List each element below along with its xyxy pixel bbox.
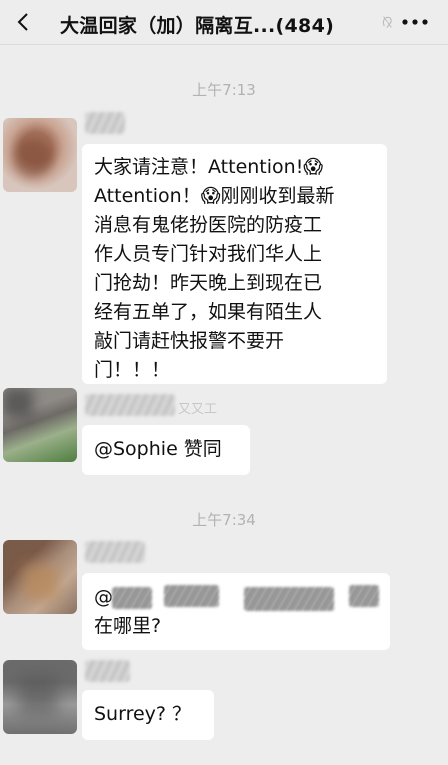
sender-name-suffix: 又又工 (178, 402, 218, 417)
avatar[interactable] (3, 388, 77, 462)
message-text: @Sophie 赞同 (94, 438, 222, 460)
chevron-left-icon[interactable] (12, 10, 36, 34)
message-text: 大家请注意！Attention!😱 Attention！😱刚刚收到最新 消息有鬼… (94, 156, 335, 381)
navigation-bar: 大温回家（加）隔离互...(484) (0, 0, 448, 44)
sender-name-blurred (85, 660, 130, 682)
message-bubble[interactable]: 大家请注意！Attention!😱 Attention！😱刚刚收到最新 消息有鬼… (82, 144, 387, 384)
chat-title: 大温回家（加）隔离互...(484) (60, 15, 335, 37)
message-text: 在哪里? (94, 615, 162, 637)
redaction-scribble (164, 585, 219, 607)
avatar[interactable] (3, 660, 77, 734)
message-bubble[interactable]: Surrey? ？ (82, 690, 214, 740)
avatar[interactable] (3, 118, 77, 192)
sender-name-blurred (85, 112, 125, 134)
redaction-scribble (244, 587, 334, 611)
muted-ear-icon (382, 16, 392, 29)
timestamp: 上午7:34 (192, 511, 256, 529)
nav-divider (0, 44, 448, 45)
more-dots-icon[interactable] (400, 13, 430, 31)
message-bubble[interactable]: @ 在哪里? (82, 573, 390, 650)
mention-line: @ (94, 583, 379, 612)
mention-prefix: @ (94, 586, 113, 608)
message-text: Surrey? ？ (94, 703, 192, 725)
redaction-scribble (112, 587, 152, 609)
timestamp: 上午7:13 (192, 81, 256, 99)
sender-name-blurred (85, 541, 145, 563)
avatar[interactable] (3, 540, 77, 614)
redaction-scribble (349, 585, 379, 607)
sender-name-blurred (85, 394, 175, 416)
message-bubble[interactable]: @Sophie 赞同 (82, 425, 250, 475)
